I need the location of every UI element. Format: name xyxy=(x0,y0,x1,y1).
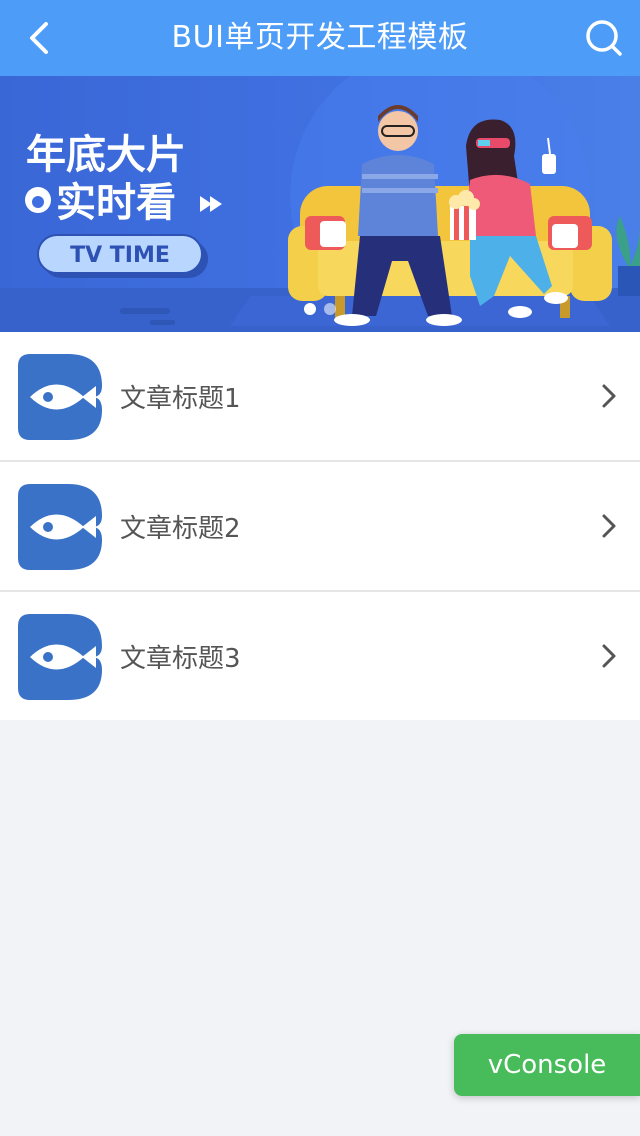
article-title: 文章标题2 xyxy=(120,513,241,544)
banner-headline-2: 实时看 xyxy=(56,180,176,226)
list-item[interactable]: 文章标题2 xyxy=(0,462,640,592)
chevron-right-icon xyxy=(602,644,616,668)
list-item[interactable]: 文章标题1 xyxy=(0,332,640,462)
chevron-right-icon xyxy=(602,384,616,408)
back-button[interactable] xyxy=(14,14,62,62)
article-title: 文章标题3 xyxy=(120,643,241,674)
vconsole-button[interactable]: vConsole xyxy=(454,1034,640,1096)
chevron-left-icon xyxy=(30,22,48,54)
carousel-indicator xyxy=(304,303,336,315)
chevron-right-icon xyxy=(602,514,616,538)
banner-illustration: 年底大片 实时看 TV TIME xyxy=(0,76,640,332)
article-list: 文章标题1 文章标题2 文章标题3 xyxy=(0,332,640,720)
search-icon xyxy=(586,20,622,56)
fish-logo-icon xyxy=(18,354,102,440)
carousel-dot-2[interactable] xyxy=(324,303,336,315)
app-root: BUI单页开发工程模板 年底大片 实时看 TV TIME 文章标题1 文章标题2… xyxy=(0,0,640,1136)
banner-headline-1: 年底大片 xyxy=(26,132,186,178)
banner-carousel[interactable]: 年底大片 实时看 TV TIME xyxy=(0,76,640,332)
fish-logo-icon xyxy=(18,614,102,700)
article-title: 文章标题1 xyxy=(120,383,241,414)
top-bar: BUI单页开发工程模板 xyxy=(0,0,640,76)
page-title: BUI单页开发工程模板 xyxy=(171,20,469,55)
banner-badge: TV TIME xyxy=(70,243,170,268)
fish-logo-icon xyxy=(18,484,102,570)
search-button[interactable] xyxy=(580,14,628,62)
carousel-dot-1[interactable] xyxy=(304,303,316,315)
list-item[interactable]: 文章标题3 xyxy=(0,592,640,720)
